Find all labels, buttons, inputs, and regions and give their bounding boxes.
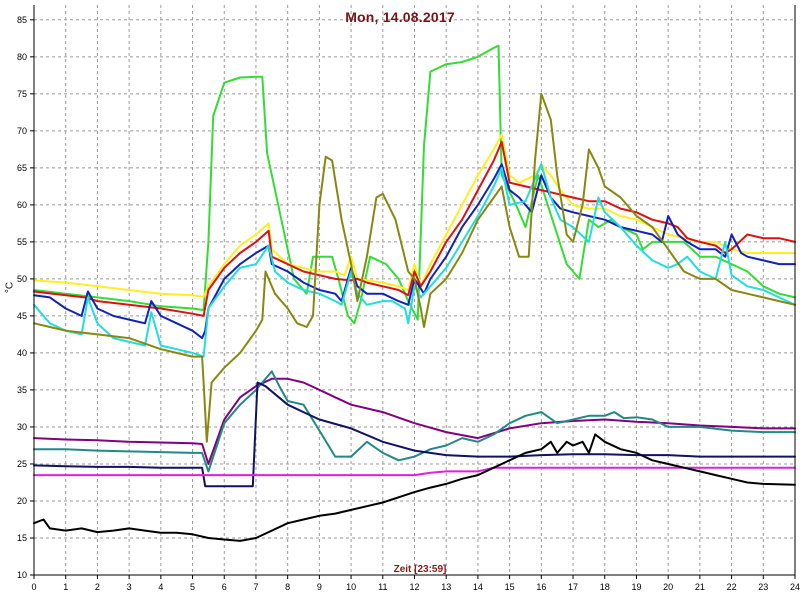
x-tick-label: 24: [790, 582, 800, 592]
x-tick-label: 22: [727, 582, 737, 592]
x-tick-label: 0: [31, 582, 36, 592]
y-tick-label: 45: [17, 311, 27, 321]
y-axis-title: °C: [4, 281, 16, 294]
x-tick-label: 10: [346, 582, 356, 592]
x-tick-label: 3: [127, 582, 132, 592]
y-tick-label: 70: [17, 126, 27, 136]
x-tick-label: 1: [63, 582, 68, 592]
y-tick-label: 60: [17, 200, 27, 210]
x-tick-label: 18: [600, 582, 610, 592]
temperature-chart: 0 1 2 3 4 5 6 7 8 9 10 11 12 13 14 15 16 17 18 19 20 21 22 23 24…: [17, 5, 800, 592]
x-tick-label: 8: [285, 582, 290, 592]
y-tick-label: 55: [17, 237, 27, 247]
chart-frame: 0 1 2 3 4 5 6 7 8 9 10 11 12 13 14 15 16 17 18 19 20 21 22 23 24…: [0, 0, 800, 600]
x-tick-label: 14: [473, 582, 483, 592]
x-tick-label: 20: [663, 582, 673, 592]
x-tick-label: 6: [222, 582, 227, 592]
x-tick-label: 9: [317, 582, 322, 592]
x-tick-label: 19: [631, 582, 641, 592]
y-tick-label: 50: [17, 274, 27, 284]
y-tick-label: 75: [17, 89, 27, 99]
x-tick-label: 13: [441, 582, 451, 592]
x-tick-label: 16: [536, 582, 546, 592]
x-tick-label: 17: [568, 582, 578, 592]
x-tick-label: 4: [158, 582, 163, 592]
x-tick-label: 2: [95, 582, 100, 592]
y-tick-label: 40: [17, 348, 27, 358]
chart-title: Mon, 14.08.2017: [345, 9, 455, 25]
y-tick-label: 25: [17, 459, 27, 469]
y-tick-label: 20: [17, 496, 27, 506]
y-tick-label: 15: [17, 533, 27, 543]
x-tick-label: 15: [505, 582, 515, 592]
x-tick-label: 5: [190, 582, 195, 592]
y-tick-label: 80: [17, 52, 27, 62]
x-tick-label: 21: [695, 582, 705, 592]
y-tick-label: 30: [17, 422, 27, 432]
x-tick-label: 12: [409, 582, 419, 592]
y-tick-label: 65: [17, 163, 27, 173]
x-tick-label: 7: [253, 582, 258, 592]
x-tick-label: 23: [758, 582, 768, 592]
x-tick-label: 11: [378, 582, 387, 592]
y-tick-label: 35: [17, 385, 27, 395]
x-axis-title: Zeit [23:59]: [393, 564, 447, 575]
